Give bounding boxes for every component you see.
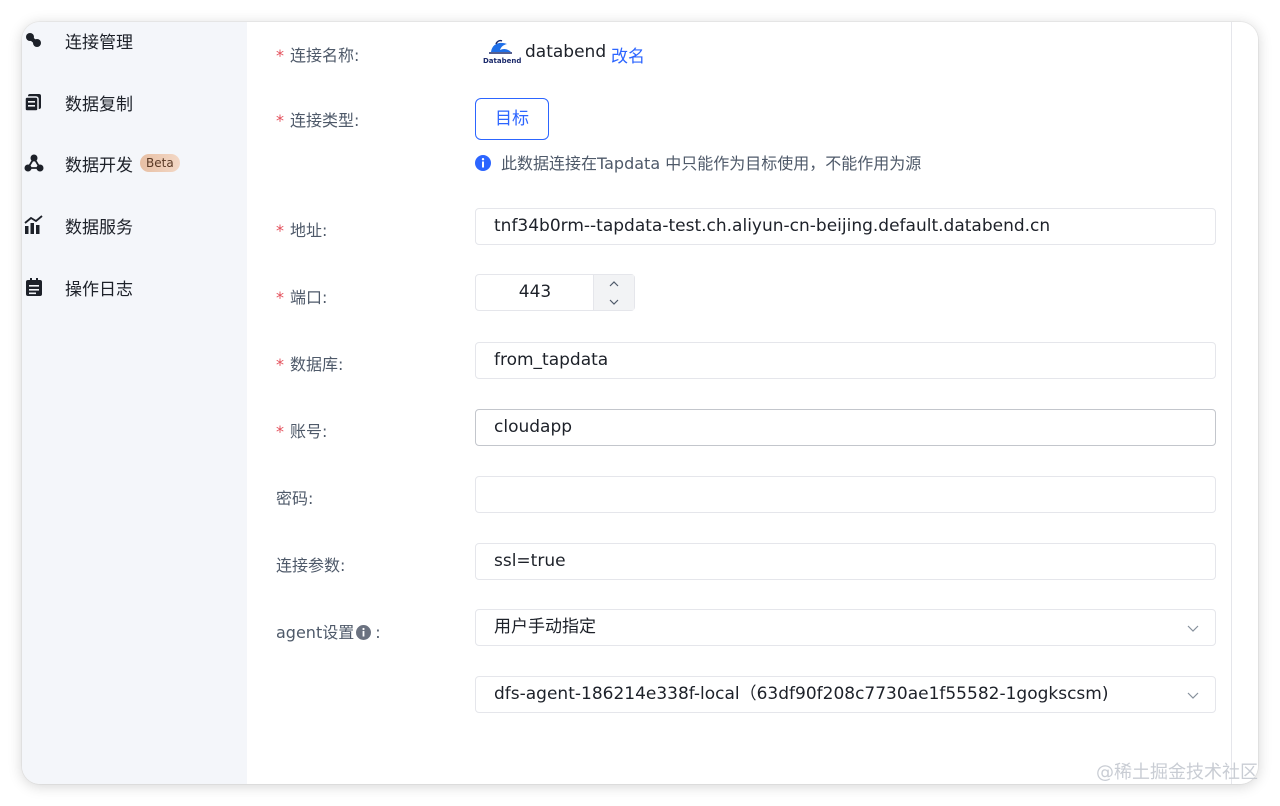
connection-form: * 连接名称: Databend databend 改名 * 连接类型: 目标 此数… <box>247 22 1258 784</box>
account-label: * 账号: <box>276 422 328 441</box>
sidebar-item-logs[interactable]: 操作日志 <box>22 267 247 307</box>
sidebar-item-label: 数据服务 <box>65 217 133 238</box>
beta-badge: Beta <box>140 154 180 172</box>
password-label: 密码: <box>276 489 314 508</box>
agent-select[interactable]: dfs-agent-186214e338f-local（63df90f208c7… <box>475 676 1216 713</box>
databend-logo-icon: Databend <box>483 38 521 66</box>
chart-icon <box>24 215 44 235</box>
sidebar-item-development[interactable]: 数据开发 Beta <box>22 143 247 183</box>
help-icon[interactable] <box>356 625 372 640</box>
info-icon <box>475 155 491 171</box>
agent-value: dfs-agent-186214e338f-local（63df90f208c7… <box>494 684 1109 704</box>
connection-name-value: databend <box>525 42 607 62</box>
stepper-controls <box>593 275 634 310</box>
connection-icon <box>24 30 44 50</box>
database-input[interactable]: from_tapdata <box>475 342 1216 379</box>
sidebar-item-label: 数据复制 <box>65 94 133 115</box>
password-input[interactable] <box>475 476 1216 513</box>
agent-mode-select[interactable]: 用户手动指定 <box>475 609 1216 646</box>
sidebar-item-replication[interactable]: 数据复制 <box>22 82 247 122</box>
log-icon <box>24 277 44 297</box>
type-hint: 此数据连接在Tapdata 中只能作为目标使用，不能作用为源 <box>475 150 921 174</box>
sidebar-item-label: 连接管理 <box>65 32 133 53</box>
chevron-down-icon <box>1187 692 1199 699</box>
port-stepper[interactable]: 443 <box>475 274 635 311</box>
watermark: @稀土掘金技术社区 <box>1096 762 1258 783</box>
rename-link[interactable]: 改名 <box>611 42 645 67</box>
sidebar-item-services[interactable]: 数据服务 <box>22 205 247 245</box>
params-label: 连接参数: <box>276 556 346 575</box>
app-window: 连接管理 数据复制 数据开发 Beta 数据服务 操作日志 * 连接名称: Da… <box>22 22 1258 784</box>
sidebar: 连接管理 数据复制 数据开发 Beta 数据服务 操作日志 <box>22 22 247 784</box>
address-input[interactable]: tnf34b0rm--tapdata-test.ch.aliyun-cn-bei… <box>475 208 1216 245</box>
scrollbar-track[interactable] <box>1231 22 1232 784</box>
chevron-up-icon <box>609 280 619 286</box>
sidebar-item-label: 数据开发 <box>65 155 133 176</box>
account-input[interactable]: cloudapp <box>475 409 1216 446</box>
params-input[interactable]: ssl=true <box>475 543 1216 580</box>
sidebar-item-label: 操作日志 <box>65 279 133 300</box>
port-label: * 端口: <box>276 288 328 307</box>
agent-mode-value: 用户手动指定 <box>494 617 596 637</box>
address-label: * 地址: <box>276 221 328 240</box>
sidebar-item-connections[interactable]: 连接管理 <box>22 22 247 60</box>
port-value[interactable]: 443 <box>476 275 594 310</box>
copy-icon <box>24 92 44 112</box>
graph-icon <box>24 153 44 173</box>
target-type-button[interactable]: 目标 <box>475 98 549 140</box>
database-label: * 数据库: <box>276 355 344 374</box>
increment-button[interactable] <box>594 275 634 292</box>
type-label: * 连接类型: <box>276 111 360 130</box>
chevron-down-icon <box>609 299 619 305</box>
agent-label: agent设置: <box>276 623 381 642</box>
decrement-button[interactable] <box>594 293 634 310</box>
name-label: * 连接名称: <box>276 46 360 65</box>
chevron-down-icon <box>1187 625 1199 632</box>
